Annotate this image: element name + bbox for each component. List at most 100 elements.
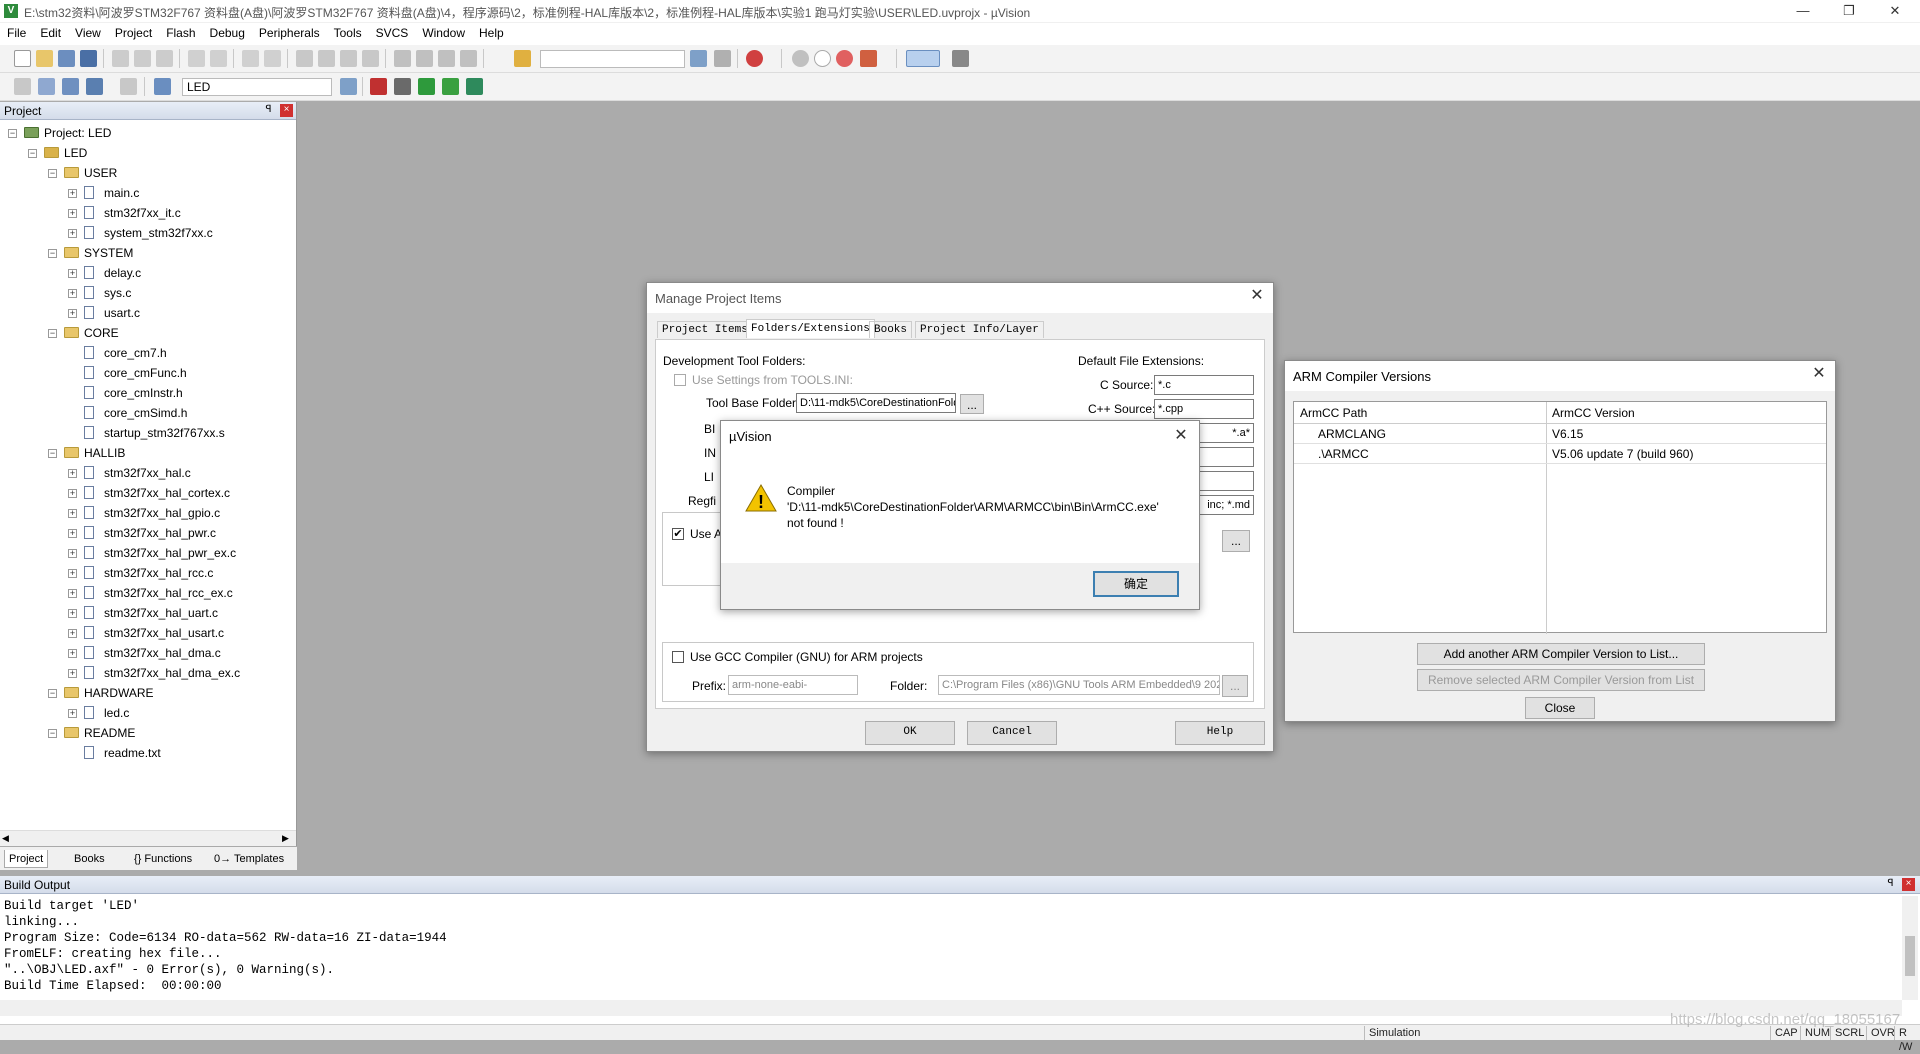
find-in-files-icon[interactable] — [514, 50, 531, 67]
close-panel-icon[interactable]: × — [280, 104, 293, 117]
tool-base-browse-button[interactable]: ... — [960, 394, 984, 414]
file-extensions-icon[interactable] — [370, 78, 387, 95]
compiler-row[interactable]: .\ARMCC V5.06 update 7 (build 960) — [1294, 444, 1826, 464]
tab-books[interactable]: Books — [70, 850, 109, 868]
armcc-dialog-close-icon[interactable]: ✕ — [1809, 365, 1829, 385]
tree-file-item[interactable]: + led.c — [0, 704, 296, 722]
expand-icon[interactable]: + — [68, 509, 77, 518]
copy-icon[interactable] — [134, 50, 151, 67]
tree-folder-item[interactable]: − HALLIB — [0, 444, 296, 462]
tool-base-field[interactable]: D:\11-mdk5\CoreDestinationFolder\ARM\ — [796, 393, 956, 413]
tree-file-item[interactable]: + stm32f7xx_hal_rcc.c — [0, 564, 296, 582]
tree-file-item[interactable]: + stm32f7xx_hal_pwr_ex.c — [0, 544, 296, 562]
armcc-browse-button[interactable]: ... — [1222, 530, 1250, 552]
collapse-icon[interactable]: − — [48, 689, 57, 698]
expand-icon[interactable]: + — [68, 489, 77, 498]
c-source-field[interactable]: *.c — [1154, 375, 1254, 395]
collapse-icon[interactable]: − — [28, 149, 37, 158]
tree-root-item[interactable]: − Project: LED — [0, 124, 296, 142]
tree-file-item[interactable]: core_cmSimd.h — [0, 404, 296, 422]
tab-project[interactable]: Project — [4, 850, 49, 868]
stop-build-icon[interactable] — [120, 78, 137, 95]
menu-peripherals[interactable]: Peripherals — [252, 23, 327, 43]
manage-components-icon[interactable] — [394, 78, 411, 95]
debug-session-icon[interactable] — [746, 50, 763, 67]
expand-icon[interactable]: + — [68, 669, 77, 678]
find-combo[interactable] — [540, 50, 685, 68]
rebuild-icon[interactable] — [62, 78, 79, 95]
menu-tools[interactable]: Tools — [327, 23, 369, 43]
tree-folder-item[interactable]: − USER — [0, 164, 296, 182]
tree-file-item[interactable]: + stm32f7xx_hal_cortex.c — [0, 484, 296, 502]
tree-file-item[interactable]: + main.c — [0, 184, 296, 202]
tree-file-item[interactable]: + stm32f7xx_hal.c — [0, 464, 296, 482]
tree-file-item[interactable]: + stm32f7xx_hal_gpio.c — [0, 504, 296, 522]
save-all-icon[interactable] — [80, 50, 97, 67]
open-file-icon[interactable] — [36, 50, 53, 67]
build-output-horizontal-scrollbar[interactable] — [0, 1000, 1902, 1016]
armcc-close-button[interactable]: Close — [1525, 697, 1595, 719]
unindent-icon[interactable] — [416, 50, 433, 67]
indent-icon[interactable] — [394, 50, 411, 67]
tree-file-item[interactable]: + delay.c — [0, 264, 296, 282]
tree-file-item[interactable]: + stm32f7xx_it.c — [0, 204, 296, 222]
new-file-icon[interactable] — [14, 50, 31, 67]
collapse-icon[interactable]: − — [8, 129, 17, 138]
expand-icon[interactable]: + — [68, 529, 77, 538]
minimize-button[interactable]: — — [1780, 0, 1826, 23]
pin-icon[interactable]: ꟼ — [1884, 878, 1897, 891]
target-select[interactable]: LED — [182, 78, 332, 96]
target-options-icon[interactable] — [340, 78, 357, 95]
breakpoint-icon[interactable] — [792, 50, 809, 67]
tree-folder-item[interactable]: − SYSTEM — [0, 244, 296, 262]
uncomment-icon[interactable] — [460, 50, 477, 67]
gcc-folder-browse-button[interactable]: ... — [1222, 675, 1248, 697]
collapse-icon[interactable]: − — [48, 729, 57, 738]
tree-folder-item[interactable]: − README — [0, 724, 296, 742]
manage-ok-button[interactable]: OK — [865, 721, 955, 745]
error-dialog-close-icon[interactable]: ✕ — [1171, 427, 1191, 447]
tab-project-info-layer[interactable]: Project Info/Layer — [915, 321, 1044, 338]
compiler-list[interactable]: ArmCC Path ArmCC Version ARMCLANG V6.15 … — [1293, 401, 1827, 634]
manage-cancel-button[interactable]: Cancel — [967, 721, 1057, 745]
menu-project[interactable]: Project — [108, 23, 159, 43]
translate-icon[interactable] — [14, 78, 31, 95]
menu-edit[interactable]: Edit — [33, 23, 68, 43]
tab-folders-extensions[interactable]: Folders/Extensions — [746, 319, 875, 338]
kill-breakpoints-icon[interactable] — [836, 50, 853, 67]
tree-file-item[interactable]: core_cmFunc.h — [0, 364, 296, 382]
build-icon[interactable] — [38, 78, 55, 95]
tree-file-item[interactable]: core_cmInstr.h — [0, 384, 296, 402]
navigate-back-icon[interactable] — [242, 50, 259, 67]
menu-file[interactable]: File — [0, 23, 33, 43]
expand-icon[interactable]: + — [68, 609, 77, 618]
expand-icon[interactable]: + — [68, 229, 77, 238]
expand-icon[interactable]: + — [68, 649, 77, 658]
manage-help-button[interactable]: Help — [1175, 721, 1265, 745]
expand-icon[interactable]: + — [68, 589, 77, 598]
pack-installer-icon[interactable] — [442, 78, 459, 95]
col-armcc-path[interactable]: ArmCC Path — [1300, 406, 1367, 420]
tree-folder-item[interactable]: − CORE — [0, 324, 296, 342]
add-compiler-button[interactable]: Add another ARM Compiler Version to List… — [1417, 643, 1705, 665]
incremental-find-icon[interactable] — [690, 50, 707, 67]
collapse-icon[interactable]: − — [48, 449, 57, 458]
navigate-forward-icon[interactable] — [264, 50, 281, 67]
expand-icon[interactable]: + — [68, 569, 77, 578]
close-window-button[interactable]: ✕ — [1872, 0, 1918, 23]
download-icon[interactable] — [154, 78, 171, 95]
collapse-icon[interactable]: − — [48, 249, 57, 258]
cpp-source-field[interactable]: *.cpp — [1154, 399, 1254, 419]
undo-icon[interactable] — [188, 50, 205, 67]
menu-debug[interactable]: Debug — [203, 23, 252, 43]
run-time-env-icon[interactable] — [466, 78, 483, 95]
menu-svcs[interactable]: SVCS — [369, 23, 416, 43]
expand-icon[interactable]: + — [68, 269, 77, 278]
redo-icon[interactable] — [210, 50, 227, 67]
use-gcc-checkbox[interactable] — [672, 651, 684, 663]
prefix-field[interactable]: arm-none-eabi- — [728, 675, 858, 695]
restore-button[interactable]: ❐ — [1826, 0, 1872, 23]
gcc-folder-field[interactable]: C:\Program Files (x86)\GNU Tools ARM Emb… — [938, 675, 1220, 695]
tab-books-dialog[interactable]: Books — [869, 321, 913, 338]
configure-icon[interactable] — [952, 50, 969, 67]
